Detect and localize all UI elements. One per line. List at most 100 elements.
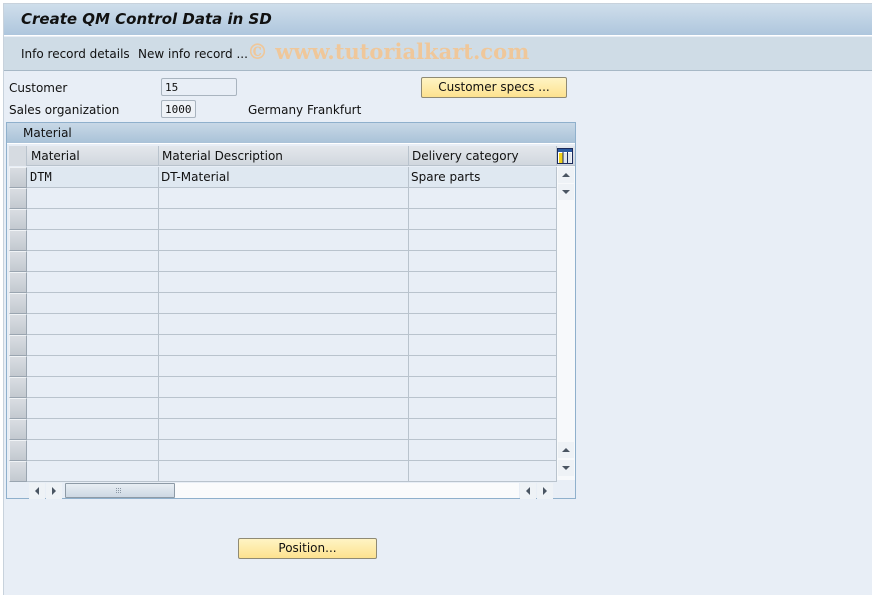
row-selector[interactable] — [9, 167, 27, 188]
cell-delivery-category[interactable] — [409, 356, 557, 376]
column-header-delivery-category[interactable]: Delivery category — [409, 146, 557, 166]
cell-material-description[interactable] — [159, 314, 409, 334]
column-header-material[interactable]: Material — [28, 146, 159, 166]
cell-material[interactable] — [28, 251, 159, 271]
table-row[interactable] — [9, 293, 557, 314]
cell-material[interactable] — [28, 272, 159, 292]
cell-delivery-category[interactable] — [409, 230, 557, 250]
scroll-down-button[interactable] — [558, 184, 574, 200]
scroll-page-up-button[interactable] — [558, 442, 574, 458]
cell-material[interactable] — [28, 419, 159, 439]
cell-delivery-category[interactable]: Spare parts — [409, 167, 557, 187]
vertical-scrollbar[interactable] — [557, 166, 575, 480]
scroll-left-button[interactable] — [29, 483, 45, 499]
row-selector[interactable] — [9, 272, 27, 293]
table-row[interactable] — [9, 251, 557, 272]
table-row[interactable] — [9, 419, 557, 440]
cell-delivery-category[interactable] — [409, 398, 557, 418]
cell-material-description[interactable] — [159, 209, 409, 229]
column-header-material-description[interactable]: Material Description — [159, 146, 409, 166]
info-record-details-button[interactable]: Info record details — [21, 47, 130, 61]
customer-specs-button[interactable]: Customer specs ... — [421, 77, 567, 98]
cell-material[interactable] — [28, 377, 159, 397]
row-selector[interactable] — [9, 461, 27, 482]
table-row[interactable] — [9, 314, 557, 335]
cell-material-description[interactable] — [159, 377, 409, 397]
cell-material-description[interactable] — [159, 272, 409, 292]
table-row[interactable] — [9, 377, 557, 398]
row-selector[interactable] — [9, 356, 27, 377]
cell-delivery-category[interactable] — [409, 419, 557, 439]
new-info-record-button[interactable]: New info record ... — [138, 47, 248, 61]
cell-material-description[interactable] — [159, 356, 409, 376]
cell-material[interactable] — [28, 398, 159, 418]
cell-material-description[interactable] — [159, 440, 409, 460]
scroll-right-button[interactable] — [46, 483, 62, 499]
cell-delivery-category[interactable] — [409, 272, 557, 292]
table-row[interactable] — [9, 356, 557, 377]
scroll-right-end-button[interactable] — [537, 483, 553, 499]
cell-material[interactable]: DTM — [28, 167, 159, 187]
table-row[interactable]: DTM DT-Material Spare parts — [9, 167, 557, 188]
cell-material[interactable] — [28, 461, 159, 481]
horizontal-scroll-thumb[interactable] — [65, 483, 175, 498]
cell-material-description[interactable] — [159, 251, 409, 271]
cell-material-description[interactable] — [159, 293, 409, 313]
row-selector[interactable] — [9, 209, 27, 230]
scroll-left-end-button[interactable] — [520, 483, 536, 499]
table-row[interactable] — [9, 440, 557, 461]
cell-delivery-category[interactable] — [409, 293, 557, 313]
row-selector[interactable] — [9, 440, 27, 461]
row-selector[interactable] — [9, 251, 27, 272]
cell-material-description[interactable] — [159, 398, 409, 418]
cell-material[interactable] — [28, 356, 159, 376]
scroll-up-icon — [562, 173, 570, 177]
row-selector[interactable] — [9, 314, 27, 335]
position-button[interactable]: Position... — [238, 538, 377, 559]
table-row[interactable] — [9, 272, 557, 293]
cell-delivery-category[interactable] — [409, 440, 557, 460]
row-selector[interactable] — [9, 419, 27, 440]
cell-delivery-category[interactable] — [409, 188, 557, 208]
cell-delivery-category[interactable] — [409, 251, 557, 271]
cell-material[interactable] — [28, 440, 159, 460]
row-selector[interactable] — [9, 230, 27, 251]
cell-material[interactable] — [28, 209, 159, 229]
table-row[interactable] — [9, 209, 557, 230]
cell-delivery-category[interactable] — [409, 314, 557, 334]
cell-material[interactable] — [28, 293, 159, 313]
table-row[interactable] — [9, 230, 557, 251]
customer-field[interactable]: 15 — [161, 78, 237, 96]
cell-material-description[interactable]: DT-Material — [159, 167, 409, 187]
row-selector[interactable] — [9, 377, 27, 398]
cell-material-description[interactable] — [159, 419, 409, 439]
cell-material-description[interactable] — [159, 230, 409, 250]
cell-material[interactable] — [28, 314, 159, 334]
cell-delivery-category[interactable] — [409, 461, 557, 481]
table-row[interactable] — [9, 188, 557, 209]
table-row[interactable] — [9, 398, 557, 419]
table-layout-icon[interactable] — [557, 148, 573, 164]
cell-material[interactable] — [28, 188, 159, 208]
select-all-button[interactable] — [9, 146, 27, 166]
cell-material-description[interactable] — [159, 461, 409, 481]
scroll-left-icon — [35, 487, 39, 495]
row-selector[interactable] — [9, 293, 27, 314]
sales-org-field[interactable]: 1000 — [161, 100, 196, 118]
cell-material-description[interactable] — [159, 188, 409, 208]
cell-material-description[interactable] — [159, 335, 409, 355]
cell-material[interactable] — [28, 230, 159, 250]
scroll-up-button[interactable] — [558, 167, 574, 183]
row-selector[interactable] — [9, 188, 27, 209]
cell-material[interactable] — [28, 335, 159, 355]
cell-delivery-category[interactable] — [409, 209, 557, 229]
sales-org-description: Germany Frankfurt — [248, 103, 362, 117]
scroll-page-down-button[interactable] — [558, 460, 574, 476]
row-selector[interactable] — [9, 335, 27, 356]
table-row[interactable] — [9, 335, 557, 356]
cell-delivery-category[interactable] — [409, 377, 557, 397]
row-selector[interactable] — [9, 398, 27, 419]
cell-delivery-category[interactable] — [409, 335, 557, 355]
horizontal-scrollbar[interactable] — [27, 481, 557, 499]
table-row[interactable] — [9, 461, 557, 482]
